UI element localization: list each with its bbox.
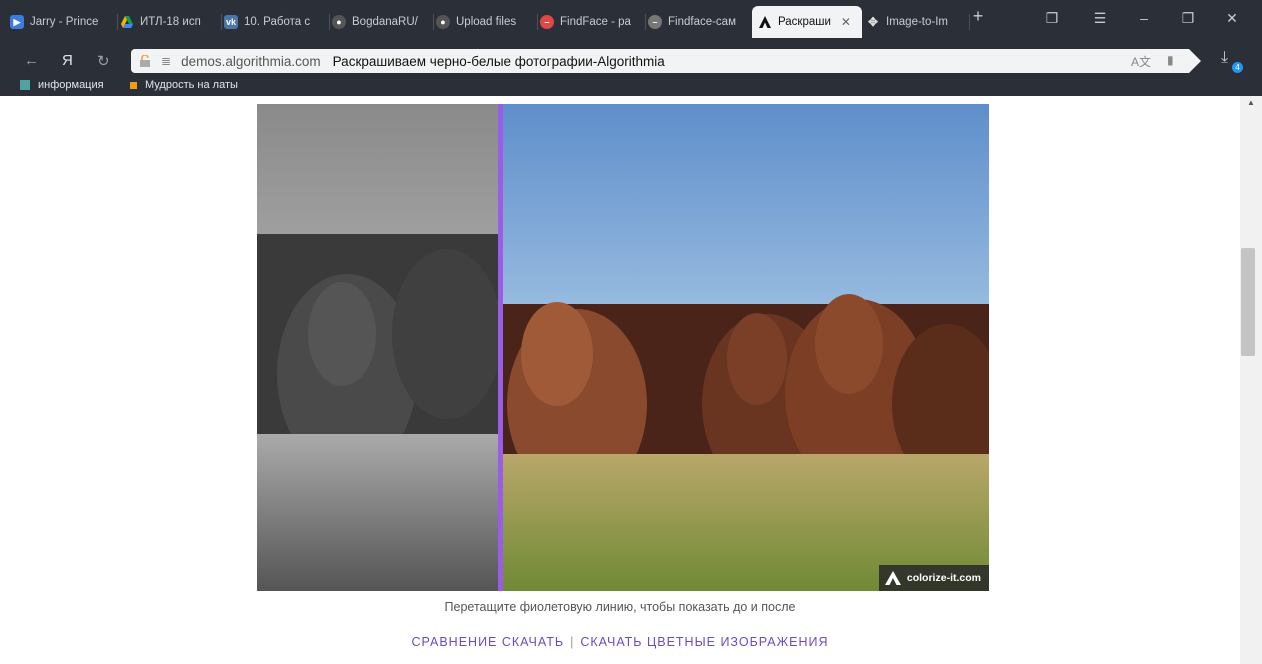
tab-title: Image-to-Im — [886, 16, 948, 28]
findface-icon: – — [648, 15, 662, 29]
watermark: colorize-it.com — [878, 565, 989, 591]
restore-icon[interactable]: ❐ — [1176, 10, 1200, 27]
page-scrollbar[interactable] — [1240, 96, 1262, 664]
url-domain: demos.algorithmia.com — [181, 53, 321, 69]
tab-vk[interactable]: vk 10. Работа с — [218, 9, 330, 35]
download-icon[interactable]: ⤓ — [1221, 49, 1228, 67]
navigation-bar: ← Я ↻ ≣ demos.algorithmia.com Раскрашива… — [0, 44, 1262, 78]
algorithmia-icon — [884, 571, 901, 585]
bookmark-label: Мудрость на латы — [145, 79, 238, 91]
download-links: СРАВНЕНИЕ СКАЧАТЬ | СКАЧАТЬ ЦВЕТНЫЕ ИЗОБРА… — [0, 635, 1240, 649]
bookmark-mudrost[interactable]: Мудрость на латы — [130, 79, 238, 91]
youtube-icon: ▶ — [10, 15, 24, 29]
tab-findface-1[interactable]: – FindFace - ра — [534, 9, 646, 35]
tab-upload-files[interactable]: ● Upload files — [430, 9, 538, 35]
tab-itl[interactable]: ИТЛ-18 исп — [114, 9, 222, 35]
tab-list-icon[interactable]: ❐ — [1040, 10, 1064, 27]
vk-icon: vk — [224, 15, 238, 29]
url-page-title: Раскрашиваем черно-белые фотографии-Algo… — [332, 53, 665, 69]
tab-github-bogdana[interactable]: ● BogdanaRU/ — [326, 9, 434, 35]
new-tab-button[interactable]: + — [966, 6, 990, 27]
tab-title: BogdanaRU/ — [352, 16, 418, 28]
tab-image-to-image[interactable]: ✥ Image-to-Im — [860, 9, 970, 35]
browser-tab-strip: ▶ Jarry - Prince ИТЛ-18 исп vk 10. Работ… — [0, 0, 1262, 44]
bookmark-icon[interactable]: ▮ — [1167, 53, 1174, 67]
bookmark-favicon — [130, 81, 137, 89]
page-content: colorize-it.com Перетащите фиолетовую ли… — [0, 96, 1240, 664]
bookmark-label: информация — [38, 79, 104, 91]
tab-title: ИТЛ-18 исп — [140, 16, 201, 28]
download-color-images-link[interactable]: СКАЧАТЬ ЦВЕТНЫЕ ИЗОБРАЖЕНИЯ — [580, 635, 828, 649]
puzzle-icon: ✥ — [867, 15, 879, 29]
scroll-up-arrow-icon[interactable]: ▲ — [1240, 98, 1262, 107]
downloads-count-badge: 4 — [1232, 62, 1243, 73]
close-window-icon[interactable]: ✕ — [1220, 10, 1244, 27]
menu-icon[interactable]: ☰ — [1088, 10, 1112, 27]
github-icon: ● — [436, 15, 450, 29]
tab-title: Findface-сам — [668, 16, 736, 28]
findface-icon: – — [540, 15, 554, 29]
github-icon: ● — [332, 15, 346, 29]
tab-title: FindFace - ра — [560, 16, 631, 28]
algorithmia-icon — [758, 15, 772, 29]
minimize-icon[interactable]: – — [1132, 10, 1156, 26]
link-separator: | — [570, 635, 575, 649]
before-after-comparison[interactable]: colorize-it.com — [257, 104, 989, 591]
address-bar[interactable]: ≣ demos.algorithmia.com Раскрашиваем чер… — [131, 49, 1201, 73]
tab-findface-2[interactable]: – Findface-сам — [642, 9, 754, 35]
bookmark-informatsiya[interactable]: информация — [20, 79, 104, 91]
tab-active-colorize[interactable]: Раскраши ✕ — [752, 6, 862, 38]
bookmark-folder-icon — [20, 80, 30, 90]
tab-title: Раскраши — [778, 16, 831, 28]
tab-title: Upload files — [456, 16, 517, 28]
scrollbar-thumb[interactable] — [1241, 248, 1255, 356]
reload-icon[interactable]: ↻ — [97, 52, 110, 70]
translate-icon[interactable]: A文 — [1131, 53, 1151, 70]
back-icon[interactable]: ← — [24, 52, 39, 69]
tab-jarry[interactable]: ▶ Jarry - Prince — [4, 9, 118, 35]
drag-instruction: Перетащите фиолетовую линию, чтобы показ… — [444, 600, 796, 614]
reader-mode-icon[interactable]: ≣ — [161, 54, 171, 68]
lock-icon[interactable] — [139, 55, 151, 67]
yandex-logo-icon[interactable]: Я — [62, 52, 73, 69]
google-drive-icon — [120, 15, 134, 29]
cows-photo — [257, 104, 989, 591]
close-tab-icon[interactable]: ✕ — [841, 15, 851, 29]
tab-title: Jarry - Prince — [30, 16, 99, 28]
watermark-text: colorize-it.com — [906, 572, 981, 584]
compare-download-link[interactable]: СРАВНЕНИЕ СКАЧАТЬ — [411, 635, 564, 649]
tab-title: 10. Работа с — [244, 16, 311, 28]
comparison-divider-handle[interactable] — [498, 104, 503, 591]
bookmarks-bar: информация Мудрость на латы — [0, 78, 1262, 96]
